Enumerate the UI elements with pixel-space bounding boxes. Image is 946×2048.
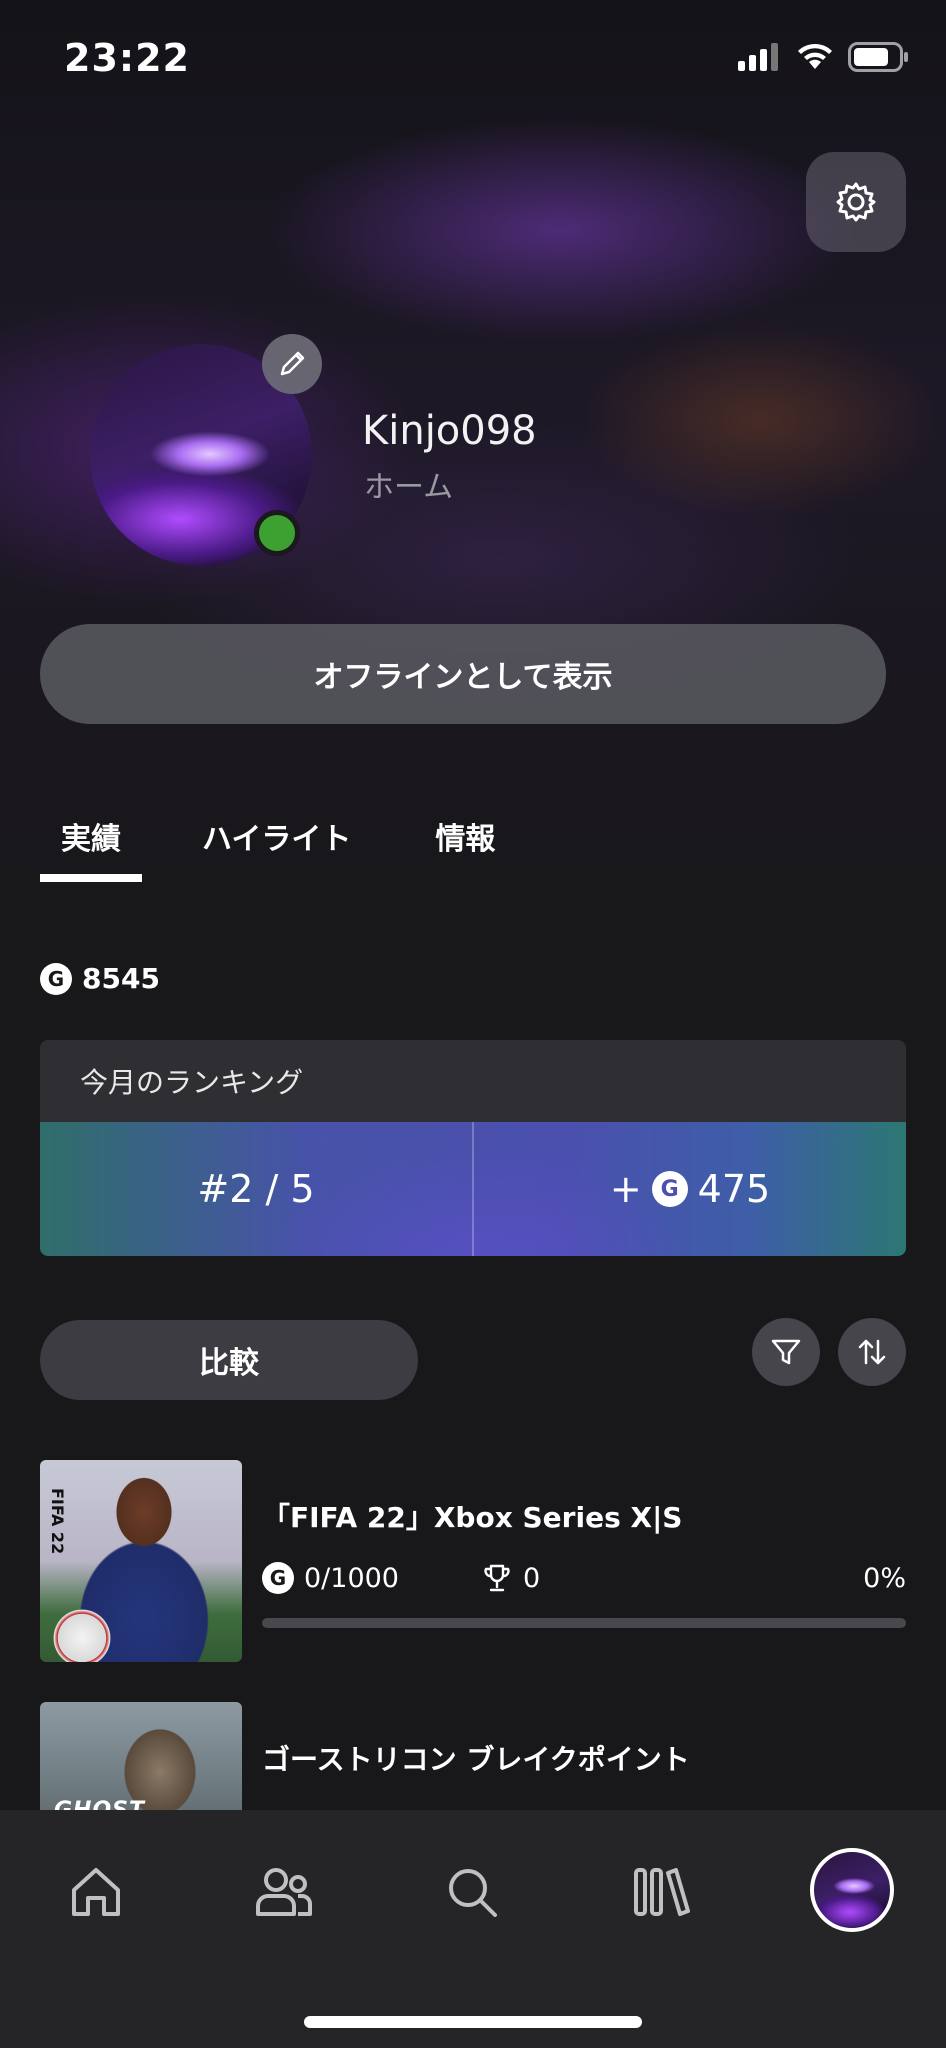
gamerscore-icon: G: [40, 962, 72, 995]
ranking-gain-value: 475: [697, 1167, 771, 1211]
library-icon: [634, 1868, 690, 1916]
profile-tabs: 実績 ハイライト 情報: [40, 814, 495, 882]
home-indicator: [304, 2016, 642, 2028]
pencil-icon: [280, 351, 305, 376]
game-gamerscore: 0/1000: [304, 1562, 399, 1594]
online-status-dot: [254, 510, 300, 556]
wifi-icon: [798, 43, 832, 69]
tab-highlights[interactable]: ハイライト: [202, 814, 351, 882]
game-title: ゴーストリコン ブレイクポイント: [262, 1743, 690, 1776]
filter-icon: [771, 1339, 801, 1365]
thumbnail-title: FIFA 22: [48, 1488, 67, 1555]
ranking-title: 今月のランキング: [40, 1040, 906, 1122]
sort-button[interactable]: [838, 1318, 906, 1386]
nav-social[interactable]: [244, 1852, 324, 1932]
game-thumbnail: FIFA 22: [40, 1460, 242, 1662]
gamerscore-value: 8545: [82, 962, 160, 995]
presence-text: ホーム: [364, 470, 454, 505]
nav-library[interactable]: [622, 1852, 702, 1932]
edit-avatar-button[interactable]: [262, 334, 322, 394]
social-icon: [256, 1868, 312, 1916]
tab-info[interactable]: 情報: [435, 814, 495, 882]
settings-button[interactable]: [806, 152, 906, 252]
avatar[interactable]: [90, 334, 322, 566]
gear-icon: [836, 182, 876, 222]
compare-button[interactable]: 比較: [40, 1320, 418, 1400]
game-stats: G 0/1000 0 0%: [262, 1560, 906, 1596]
game-title: 「FIFA 22」Xbox Series X|S: [262, 1501, 683, 1534]
bottom-nav: [0, 1810, 946, 2048]
completion-percent: 0%: [863, 1562, 906, 1594]
gamerscore-total: G 8545: [40, 962, 160, 995]
appear-offline-button[interactable]: オフラインとして表示: [40, 624, 886, 724]
ranking-body: #2 / 5 + G 475: [40, 1122, 906, 1256]
status-icons: [738, 42, 910, 72]
trophy-value: 0: [523, 1562, 541, 1594]
signal-icon: [738, 43, 778, 71]
nav-home[interactable]: [56, 1852, 136, 1932]
gamertag: Kinjo098: [362, 408, 537, 454]
gamerscore-icon: G: [651, 1171, 688, 1207]
gamerscore-icon: G: [262, 1562, 294, 1594]
battery-icon: [848, 42, 908, 72]
home-icon: [72, 1868, 120, 1916]
sort-icon: [858, 1339, 886, 1365]
trophy-count: 0: [483, 1563, 540, 1594]
ranking-gain: + G 475: [474, 1122, 906, 1256]
tab-achievements[interactable]: 実績: [40, 814, 142, 882]
filter-button[interactable]: [752, 1318, 820, 1386]
ranking-position: #2 / 5: [197, 1167, 315, 1211]
ranking-gain-prefix: +: [609, 1167, 642, 1211]
monthly-ranking-card[interactable]: 今月のランキング #2 / 5 + G 475: [40, 1040, 906, 1256]
trophy-icon: [484, 1564, 510, 1592]
status-time: 23:22: [64, 36, 190, 80]
search-icon: [449, 1869, 497, 1917]
progress-bar: [262, 1618, 906, 1628]
nav-search[interactable]: [432, 1852, 512, 1932]
nav-profile-avatar[interactable]: [810, 1848, 894, 1932]
